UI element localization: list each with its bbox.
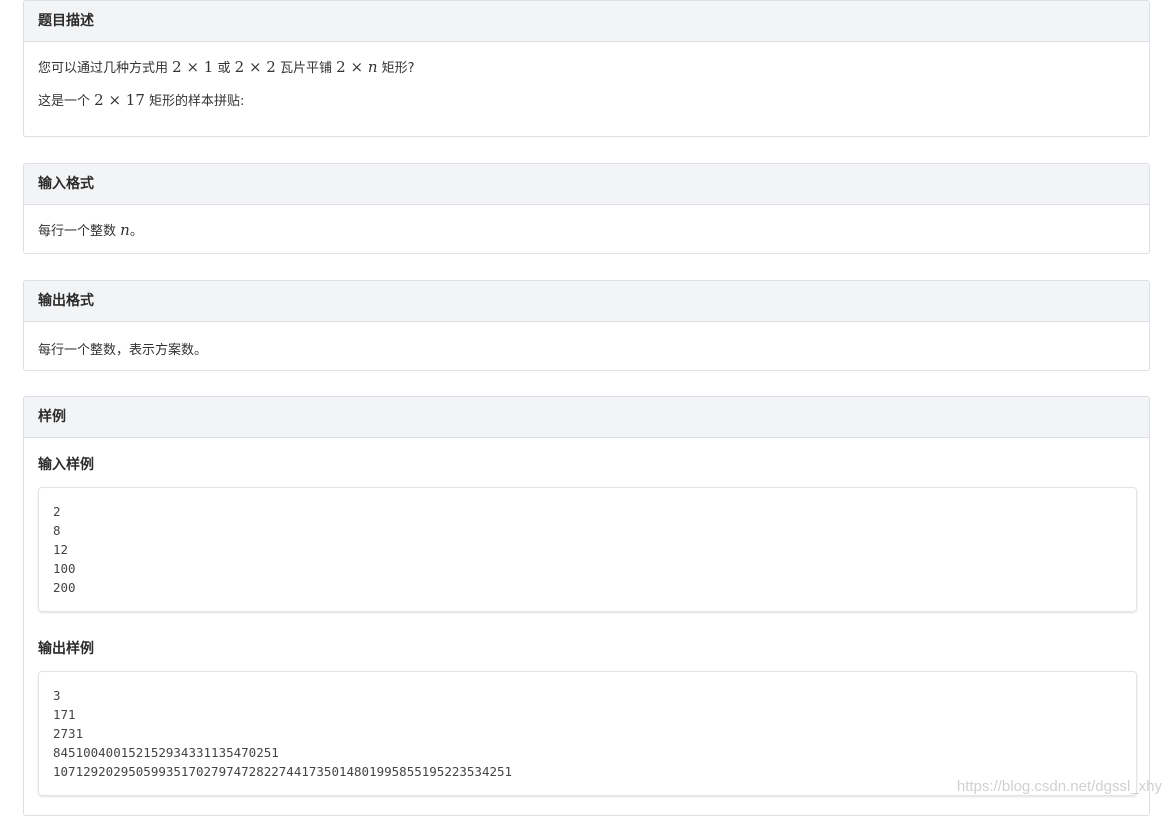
samples-panel: 样例 输入样例 2 8 12 100 200 输出样例 3 171 2731 8… (23, 396, 1150, 816)
input-format-text: 每行一个整数 n。 (38, 220, 143, 239)
tile-2x1: 2 × 1 (172, 58, 214, 76)
output-format-text: 每行一个整数，表示方案数。 (38, 343, 208, 358)
tile-2x2: 2 × 2 (234, 58, 276, 76)
description-line-2-suffix: 矩形的样本拼贴: (149, 94, 245, 109)
output-format-panel: 输出格式 每行一个整数，表示方案数。 (23, 280, 1150, 371)
sample-input-line: 100 (53, 561, 76, 576)
sample-output-line: 2731 (53, 726, 84, 741)
sample-input-line: 200 (53, 580, 76, 595)
rect-2xn-num: 2 × (336, 58, 364, 76)
sample-output-line: 3 (53, 688, 61, 703)
sample-output-line: 171 (53, 707, 76, 722)
input-format-suffix: 。 (129, 224, 143, 239)
description-line-1-suffix: 矩形? (381, 61, 415, 76)
sample-input-line: 12 (53, 542, 69, 557)
description-line-2: 这是一个 2 × 17 矩形的样本拼贴: (38, 90, 244, 109)
rect-2xn-var: n (367, 58, 378, 76)
sample-output-title: 输出样例 (38, 641, 94, 657)
sample-input-title: 输入样例 (38, 457, 94, 473)
description-title: 题目描述 (24, 1, 1149, 42)
description-line-1-prefix: 您可以通过几种方式用 (38, 61, 169, 76)
sample-output-line: 845100400152152934331135470251 (53, 745, 279, 760)
rect-2xn: 2 × n (336, 58, 377, 76)
description-line-1-or: 或 (217, 61, 231, 76)
watermark: https://blog.csdn.net/dgssl_xhy (956, 778, 1162, 795)
input-format-var: n (120, 221, 130, 239)
description-line-1-mid: 瓦片平铺 (280, 61, 333, 76)
input-format-prefix: 每行一个整数 (38, 224, 117, 239)
input-format-panel: 输入格式 每行一个整数 n。 (23, 163, 1150, 254)
description-line-1: 您可以通过几种方式用 2 × 1 或 2 × 2 瓦片平铺 2 × n 矩形? (38, 57, 415, 76)
rect-2x17: 2 × 17 (94, 91, 145, 109)
sample-input-box[interactable]: 2 8 12 100 200 (38, 487, 1137, 612)
sample-input-line: 2 (53, 504, 61, 519)
description-line-2-prefix: 这是一个 (38, 94, 91, 109)
sample-input-line: 8 (53, 523, 61, 538)
description-panel: 题目描述 您可以通过几种方式用 2 × 1 或 2 × 2 瓦片平铺 2 × n… (23, 0, 1150, 137)
samples-title: 样例 (24, 397, 1149, 438)
input-format-title: 输入格式 (24, 164, 1149, 205)
output-format-title: 输出格式 (24, 281, 1149, 322)
